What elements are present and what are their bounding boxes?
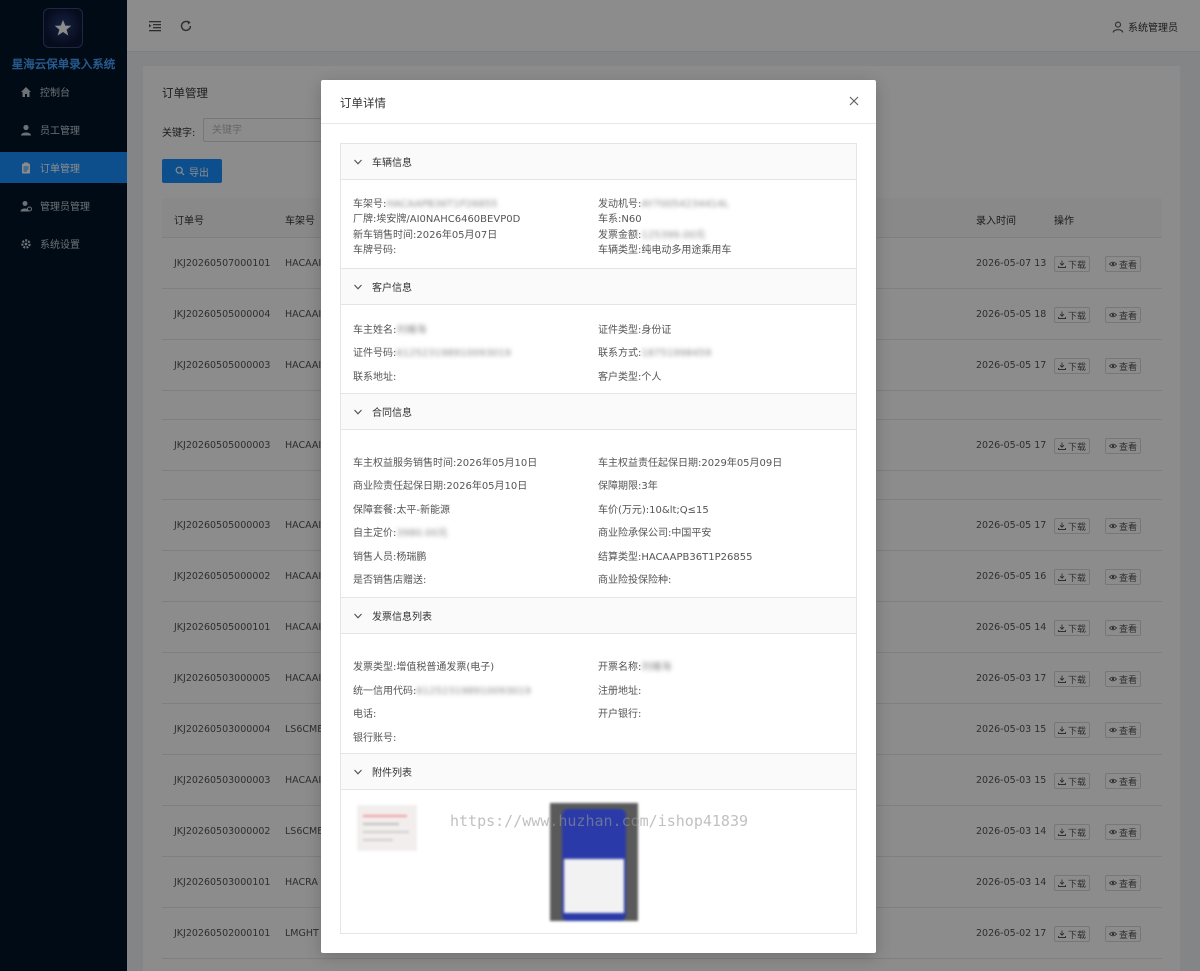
owner-field: 车主姓名:刘椿海 — [353, 325, 427, 336]
sale-time-field: 新车销售时间:2026年05月07日 — [353, 230, 498, 241]
chevron-down-icon — [354, 159, 362, 165]
chevron-down-icon — [354, 409, 362, 415]
reg-address-field: 注册地址: — [598, 686, 642, 697]
customer-type-field: 客户类型:个人 — [598, 372, 662, 383]
attachments-header[interactable]: 附件列表 — [341, 754, 856, 790]
contract-info-header[interactable]: 合同信息 — [341, 394, 856, 430]
brand-field: 厂牌:埃安牌/AI0NAHC6460BEVP0D — [353, 214, 521, 225]
custom-price-field: 自主定价:3980.00元 — [353, 528, 448, 539]
invoice-info-section: 发票信息列表 发票类型:增值税普通发票(电子) 开票名称:刘椿海 统一信用代码:… — [340, 597, 857, 754]
credit-code-field: 统一信用代码:612523198910093019 — [353, 686, 531, 697]
insure-type-field: 商业险投保险种: — [598, 575, 672, 586]
section-title: 发票信息列表 — [372, 612, 432, 623]
modal-header: 订单详情 — [321, 80, 876, 124]
invoice-info-header[interactable]: 发票信息列表 — [341, 598, 856, 634]
invoice-type-field: 发票类型:增值税普通发票(电子) — [353, 662, 495, 673]
modal-title: 订单详情 — [340, 96, 386, 110]
tel-field: 电话: — [353, 709, 377, 720]
service-time-field: 车主权益服务销售时间:2026年05月10日 — [353, 458, 538, 469]
address-field: 联系地址: — [353, 372, 397, 383]
series-field: 车系:N60 — [598, 214, 642, 225]
section-title: 客户信息 — [372, 283, 412, 294]
chevron-down-icon — [354, 613, 362, 619]
commercial-start-field: 商业险责任起保日期:2026年05月10日 — [353, 481, 528, 492]
liability-start-field: 车主权益责任起保日期:2029年05月09日 — [598, 458, 783, 469]
sales-field: 销售人员:杨瑞鹏 — [353, 552, 427, 563]
chevron-down-icon — [354, 769, 362, 775]
contract-info-section: 合同信息 车主权益服务销售时间:2026年05月10日 车主权益责任起保日期:2… — [340, 393, 857, 598]
customer-info-header[interactable]: 客户信息 — [341, 269, 856, 305]
vin-field: 车架号:HACAAPB36T1P26855 — [353, 199, 498, 210]
gift-field: 是否销售店赠送: — [353, 575, 427, 586]
vehicle-info-header[interactable]: 车辆信息 — [341, 144, 856, 180]
package-field: 保障套餐:太平-新能源 — [353, 505, 450, 516]
id-no-field: 证件号码:612523198910093019 — [353, 348, 511, 359]
vehicle-type-field: 车辆类型:纯电动多用途乘用车 — [598, 245, 732, 256]
plate-field: 车牌号码: — [353, 245, 397, 256]
bank-field: 开户银行: — [598, 709, 642, 720]
invoice-amount-field: 发票金额:125399.00元 — [598, 230, 706, 241]
id-type-field: 证件类型:身份证 — [598, 325, 672, 336]
section-title: 附件列表 — [372, 768, 412, 779]
invoice-name-field: 开票名称:刘椿海 — [598, 662, 672, 673]
phone-field: 联系方式:18751998459 — [598, 348, 712, 359]
chevron-down-icon — [354, 284, 362, 290]
section-title: 车辆信息 — [372, 158, 412, 169]
car-price-field: 车价(万元):10&lt;Q≤15 — [598, 505, 709, 516]
attachment-thumbnail[interactable] — [357, 805, 417, 851]
customer-info-section: 客户信息 车主姓名:刘椿海 证件类型:身份证 证件号码:612523198910… — [340, 268, 857, 394]
vehicle-info-section: 车辆信息 车架号:HACAAPB36T1P26855 发动机号:AY700542… — [340, 143, 857, 269]
account-field: 银行账号: — [353, 733, 397, 744]
period-field: 保障期限:3年 — [598, 481, 658, 492]
section-title: 合同信息 — [372, 408, 412, 419]
close-icon[interactable] — [848, 95, 860, 107]
settle-type-field: 结算类型:HACAAPB36T1P26855 — [598, 552, 753, 563]
watermark: https://www.huzhan.com/ishop41839 — [450, 812, 749, 830]
engine-field: 发动机号:AY70054234414L — [598, 199, 730, 210]
insurer-field: 商业险承保公司:中国平安 — [598, 528, 712, 539]
